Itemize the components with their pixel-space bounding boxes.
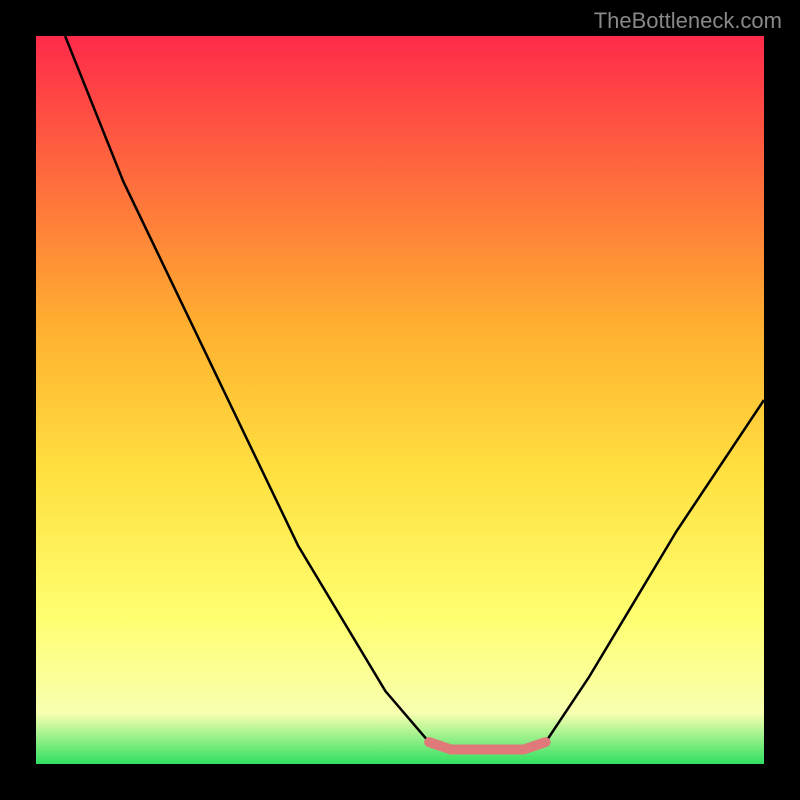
watermark-text: TheBottleneck.com xyxy=(594,8,782,34)
highlight-range-line xyxy=(429,742,545,749)
chart-container xyxy=(36,36,764,764)
bottleneck-curve-line xyxy=(65,36,764,749)
curve-overlay xyxy=(36,36,764,764)
